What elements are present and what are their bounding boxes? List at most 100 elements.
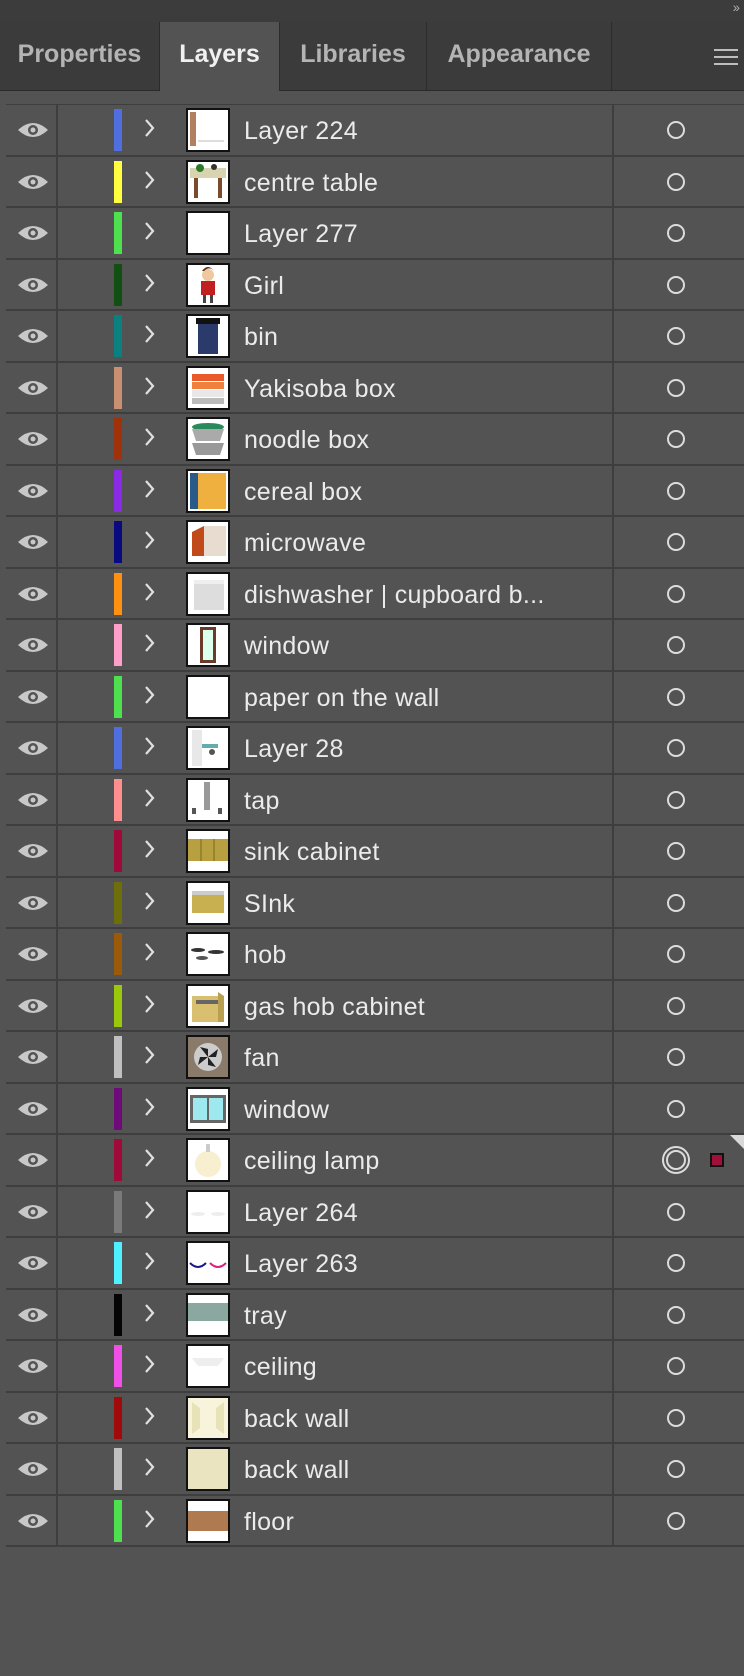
layer-row[interactable]: centre table	[6, 156, 744, 208]
target-circle-icon[interactable]	[666, 790, 686, 810]
target-circle-icon[interactable]	[666, 1253, 686, 1273]
layer-row[interactable]: sink cabinet	[6, 826, 744, 878]
eye-icon[interactable]	[16, 1201, 50, 1223]
target-circle-icon[interactable]	[666, 687, 686, 707]
chevron-right-icon[interactable]	[141, 476, 159, 502]
chevron-right-icon[interactable]	[141, 373, 159, 399]
eye-icon[interactable]	[16, 480, 50, 502]
layer-name[interactable]: window	[244, 1084, 329, 1134]
layer-name[interactable]: window	[244, 620, 329, 670]
layer-name[interactable]: Layer 224	[244, 105, 358, 155]
eye-icon[interactable]	[16, 892, 50, 914]
layer-name[interactable]: microwave	[244, 517, 366, 567]
eye-icon[interactable]	[16, 1046, 50, 1068]
chevron-right-icon[interactable]	[141, 1300, 159, 1326]
eye-icon[interactable]	[16, 222, 50, 244]
chevron-right-icon[interactable]	[141, 836, 159, 862]
chevron-right-icon[interactable]	[141, 115, 159, 141]
chevron-right-icon[interactable]	[141, 1403, 159, 1429]
hamburger-menu-icon[interactable]	[708, 44, 744, 68]
chevron-right-icon[interactable]	[141, 785, 159, 811]
eye-icon[interactable]	[16, 1252, 50, 1274]
target-circle-icon[interactable]	[666, 1202, 686, 1222]
chevron-right-icon[interactable]	[141, 527, 159, 553]
layer-row[interactable]: Girl	[6, 259, 744, 311]
eye-icon[interactable]	[16, 1510, 50, 1532]
chevron-right-icon[interactable]	[141, 888, 159, 914]
target-circle-icon[interactable]	[666, 1305, 686, 1325]
eye-icon[interactable]	[16, 119, 50, 141]
layer-row[interactable]: Layer 264	[6, 1186, 744, 1238]
layer-row[interactable]: back wall	[6, 1392, 744, 1444]
layer-name[interactable]: tray	[244, 1290, 287, 1340]
target-circle-icon[interactable]	[666, 275, 686, 295]
target-circle-icon[interactable]	[666, 944, 686, 964]
layer-name[interactable]: SInk	[244, 878, 295, 928]
eye-icon[interactable]	[16, 274, 50, 296]
target-circle-icon[interactable]	[666, 893, 686, 913]
target-circle-icon[interactable]	[666, 223, 686, 243]
eye-icon[interactable]	[16, 325, 50, 347]
layer-name[interactable]: Layer 28	[244, 723, 344, 773]
layer-row[interactable]: Layer 263	[6, 1238, 744, 1290]
target-circle-icon[interactable]	[666, 1099, 686, 1119]
target-circle-icon[interactable]	[666, 429, 686, 449]
target-circle-icon[interactable]	[666, 532, 686, 552]
chevron-right-icon[interactable]	[141, 1506, 159, 1532]
chevron-right-icon[interactable]	[141, 321, 159, 347]
eye-icon[interactable]	[16, 1355, 50, 1377]
chevron-right-icon[interactable]	[141, 1197, 159, 1223]
chevron-right-icon[interactable]	[141, 218, 159, 244]
layer-name[interactable]: ceiling lamp	[244, 1135, 380, 1185]
double-chevron-right-icon[interactable]: ››	[733, 0, 740, 14]
layer-row[interactable]: Layer 28	[6, 723, 744, 775]
tab-layers[interactable]: Layers	[160, 22, 280, 91]
layer-row[interactable]: floor	[6, 1495, 744, 1547]
tab-properties[interactable]: Properties	[0, 22, 160, 90]
target-circle-icon[interactable]	[666, 1511, 686, 1531]
layer-row[interactable]: bin	[6, 311, 744, 363]
layer-row[interactable]: SInk	[6, 877, 744, 929]
layer-name[interactable]: bin	[244, 311, 278, 361]
layer-name[interactable]: centre table	[244, 157, 378, 207]
eye-icon[interactable]	[16, 1458, 50, 1480]
layer-name[interactable]: sink cabinet	[244, 826, 380, 876]
tab-libraries[interactable]: Libraries	[280, 22, 427, 90]
layer-row[interactable]: noodle box	[6, 414, 744, 466]
layer-name[interactable]: tap	[244, 775, 280, 825]
eye-icon[interactable]	[16, 737, 50, 759]
eye-icon[interactable]	[16, 583, 50, 605]
eye-icon[interactable]	[16, 1304, 50, 1326]
target-circle-icon[interactable]	[666, 481, 686, 501]
layer-name[interactable]: Layer 264	[244, 1187, 358, 1237]
layer-row[interactable]: gas hob cabinet	[6, 980, 744, 1032]
target-circle-icon[interactable]	[666, 172, 686, 192]
layer-row[interactable]: fan	[6, 1032, 744, 1084]
chevron-right-icon[interactable]	[141, 167, 159, 193]
eye-icon[interactable]	[16, 1407, 50, 1429]
layer-row[interactable]: ceiling	[6, 1341, 744, 1393]
layer-row[interactable]: paper on the wall	[6, 671, 744, 723]
layer-row[interactable]: back wall	[6, 1444, 744, 1496]
chevron-right-icon[interactable]	[141, 579, 159, 605]
target-circle-icon[interactable]	[666, 1408, 686, 1428]
target-circle-icon[interactable]	[666, 841, 686, 861]
target-circle-icon[interactable]	[666, 1459, 686, 1479]
layer-row[interactable]: ceiling lamp	[6, 1135, 744, 1187]
layer-name[interactable]: Layer 277	[244, 208, 358, 258]
target-circle-icon[interactable]	[666, 584, 686, 604]
eye-icon[interactable]	[16, 840, 50, 862]
chevron-right-icon[interactable]	[141, 682, 159, 708]
layer-name[interactable]: Yakisoba box	[244, 363, 396, 413]
layer-row[interactable]: microwave	[6, 517, 744, 569]
eye-icon[interactable]	[16, 634, 50, 656]
layer-name[interactable]: paper on the wall	[244, 672, 440, 722]
layer-name[interactable]: back wall	[244, 1393, 350, 1443]
layer-name[interactable]: cereal box	[244, 466, 362, 516]
layer-name[interactable]: back wall	[244, 1444, 350, 1494]
chevron-right-icon[interactable]	[141, 733, 159, 759]
chevron-right-icon[interactable]	[141, 1042, 159, 1068]
layer-name[interactable]: gas hob cabinet	[244, 981, 425, 1031]
layer-name[interactable]: ceiling	[244, 1341, 317, 1391]
target-circle-icon[interactable]	[666, 1047, 686, 1067]
